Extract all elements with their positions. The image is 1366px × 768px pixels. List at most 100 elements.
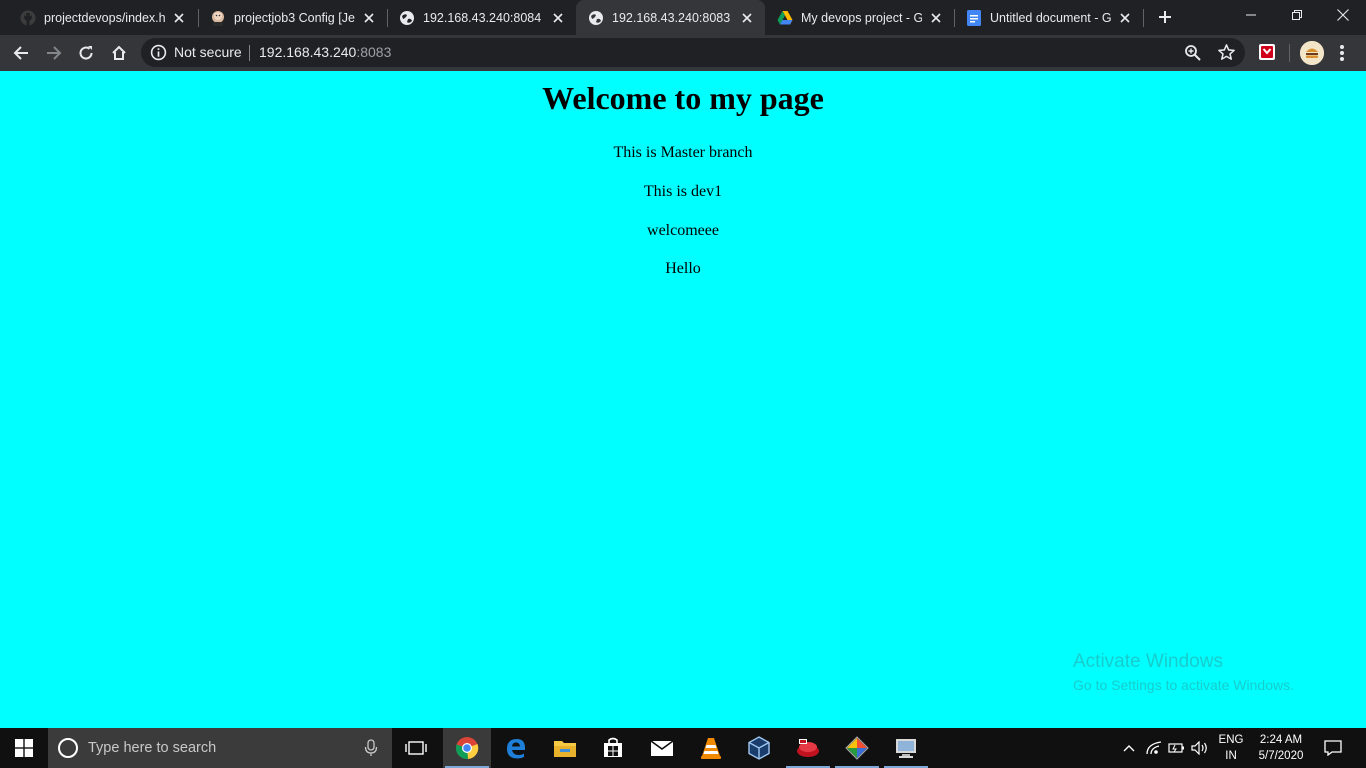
taskbar-remote-desktop[interactable] (882, 728, 930, 768)
action-center-button[interactable] (1318, 728, 1348, 768)
text-line-master: This is Master branch (613, 144, 753, 161)
url-port: :8083 (356, 44, 392, 60)
globe-icon (588, 10, 604, 26)
taskbar-store[interactable] (589, 728, 637, 768)
home-button[interactable] (106, 40, 132, 66)
taskbar: Type here to search ENG IN 2:24 AM 5/7/2… (0, 728, 1366, 768)
taskbar-mail[interactable] (638, 728, 686, 768)
taskbar-file-explorer[interactable] (541, 728, 589, 768)
text-line-welcome: welcomeee (647, 222, 719, 239)
close-icon[interactable] (550, 10, 566, 26)
reload-icon (79, 46, 93, 60)
minimize-button[interactable] (1228, 0, 1274, 30)
tab-title: 192.168.43.240:8084 (423, 10, 542, 25)
network-button[interactable] (1144, 728, 1164, 768)
menu-dots-icon[interactable] (1334, 42, 1350, 64)
arrow-left-icon (13, 46, 28, 60)
page-content: Welcome to my page This is Master branch… (0, 71, 1366, 728)
store-icon (604, 737, 622, 757)
clock-time: 2:24 AM (1259, 734, 1303, 746)
tab-jenkins[interactable]: projectjob3 Config [Jenkins] (198, 0, 387, 35)
tab-title: projectjob3 Config [Jenkins] (234, 10, 355, 25)
avatar[interactable] (1300, 41, 1324, 65)
git-icon (845, 736, 869, 760)
forward-button[interactable] (41, 40, 67, 66)
globe-icon (399, 10, 415, 26)
clock-date: 5/7/2020 (1258, 750, 1304, 762)
close-icon[interactable] (1117, 10, 1133, 26)
chrome-icon (455, 737, 479, 760)
google-drive-icon (777, 10, 793, 26)
reload-button[interactable] (73, 40, 99, 66)
close-window-button[interactable] (1320, 0, 1366, 30)
mail-icon (650, 740, 674, 756)
arrow-right-icon (47, 46, 62, 60)
back-button[interactable] (8, 40, 34, 66)
cortana-icon (58, 738, 78, 758)
vlc-icon (701, 738, 721, 759)
speaker-icon (1191, 741, 1207, 755)
url-text[interactable]: 192.168.43.240:8083 (259, 44, 391, 60)
taskbar-git[interactable] (833, 728, 881, 768)
volume-button[interactable] (1189, 728, 1211, 768)
close-icon[interactable] (928, 10, 944, 26)
tab-github[interactable]: projectdevops/index.html (8, 0, 197, 35)
taskbar-chrome[interactable] (443, 728, 491, 768)
restore-button[interactable] (1274, 0, 1320, 30)
red-app-icon (797, 739, 819, 757)
jenkins-icon (210, 10, 226, 26)
close-icon[interactable] (361, 10, 377, 26)
language-region: IN (1225, 750, 1237, 762)
language-indicator[interactable]: ENG IN (1213, 728, 1249, 768)
divider (1289, 44, 1290, 62)
activate-windows-subtitle: Go to Settings to activate Windows. (1073, 677, 1294, 693)
url-host: 192.168.43.240 (259, 44, 357, 60)
text-line-hello: Hello (665, 260, 701, 277)
file-explorer-icon (554, 741, 576, 757)
tab-title: My devops project - Google Drive (801, 10, 922, 25)
tab-strip: projectdevops/index.html projectjob3 Con… (0, 0, 1366, 35)
wifi-icon (1146, 741, 1162, 755)
new-tab-button[interactable] (1155, 7, 1175, 27)
taskbar-search[interactable]: Type here to search (48, 728, 392, 768)
minimize-icon (1246, 14, 1256, 16)
clock[interactable]: 2:24 AM 5/7/2020 (1250, 728, 1312, 768)
activate-windows-title: Activate Windows (1073, 651, 1223, 672)
divider (249, 45, 250, 61)
taskbar-virtualbox[interactable] (735, 728, 783, 768)
chevron-up-icon (1123, 745, 1135, 752)
task-view-button[interactable] (400, 728, 432, 768)
tab-google-docs[interactable]: Untitled document - Google Docs (954, 0, 1143, 35)
burger-icon (1300, 41, 1324, 65)
tab-google-drive[interactable]: My devops project - Google Drive (765, 0, 954, 35)
browser-toolbar: Not secure 192.168.43.240:8083 (0, 35, 1366, 71)
security-label[interactable]: Not secure (174, 44, 242, 60)
info-icon[interactable] (150, 44, 167, 61)
bookmark-star-icon[interactable] (1217, 43, 1236, 62)
virtualbox-icon (748, 736, 770, 760)
taskbar-edge[interactable] (492, 728, 540, 768)
page-title: Welcome to my page (542, 80, 824, 116)
start-button[interactable] (0, 728, 48, 768)
tab-title: projectdevops/index.html (44, 10, 165, 25)
battery-button[interactable] (1166, 728, 1188, 768)
battery-icon (1168, 743, 1184, 753)
tab-8083[interactable]: 192.168.43.240:8083 (576, 0, 765, 35)
show-hidden-icons-button[interactable] (1118, 728, 1140, 768)
zoom-icon[interactable] (1184, 44, 1202, 62)
close-icon[interactable] (739, 10, 755, 26)
address-bar[interactable]: Not secure 192.168.43.240:8083 (141, 38, 1245, 67)
edge-icon (507, 739, 525, 759)
task-view-icon (405, 741, 427, 755)
google-docs-icon (966, 9, 982, 26)
close-icon (1337, 9, 1349, 21)
taskbar-vlc[interactable] (687, 728, 735, 768)
close-icon[interactable] (171, 10, 187, 26)
microphone-icon[interactable] (364, 739, 378, 757)
tab-8084[interactable]: 192.168.43.240:8084 (387, 0, 576, 35)
extension-icon[interactable] (1258, 43, 1276, 61)
search-placeholder: Type here to search (88, 740, 217, 756)
language-code: ENG (1218, 734, 1244, 746)
restore-icon (1292, 10, 1302, 20)
taskbar-red-app[interactable] (784, 728, 832, 768)
